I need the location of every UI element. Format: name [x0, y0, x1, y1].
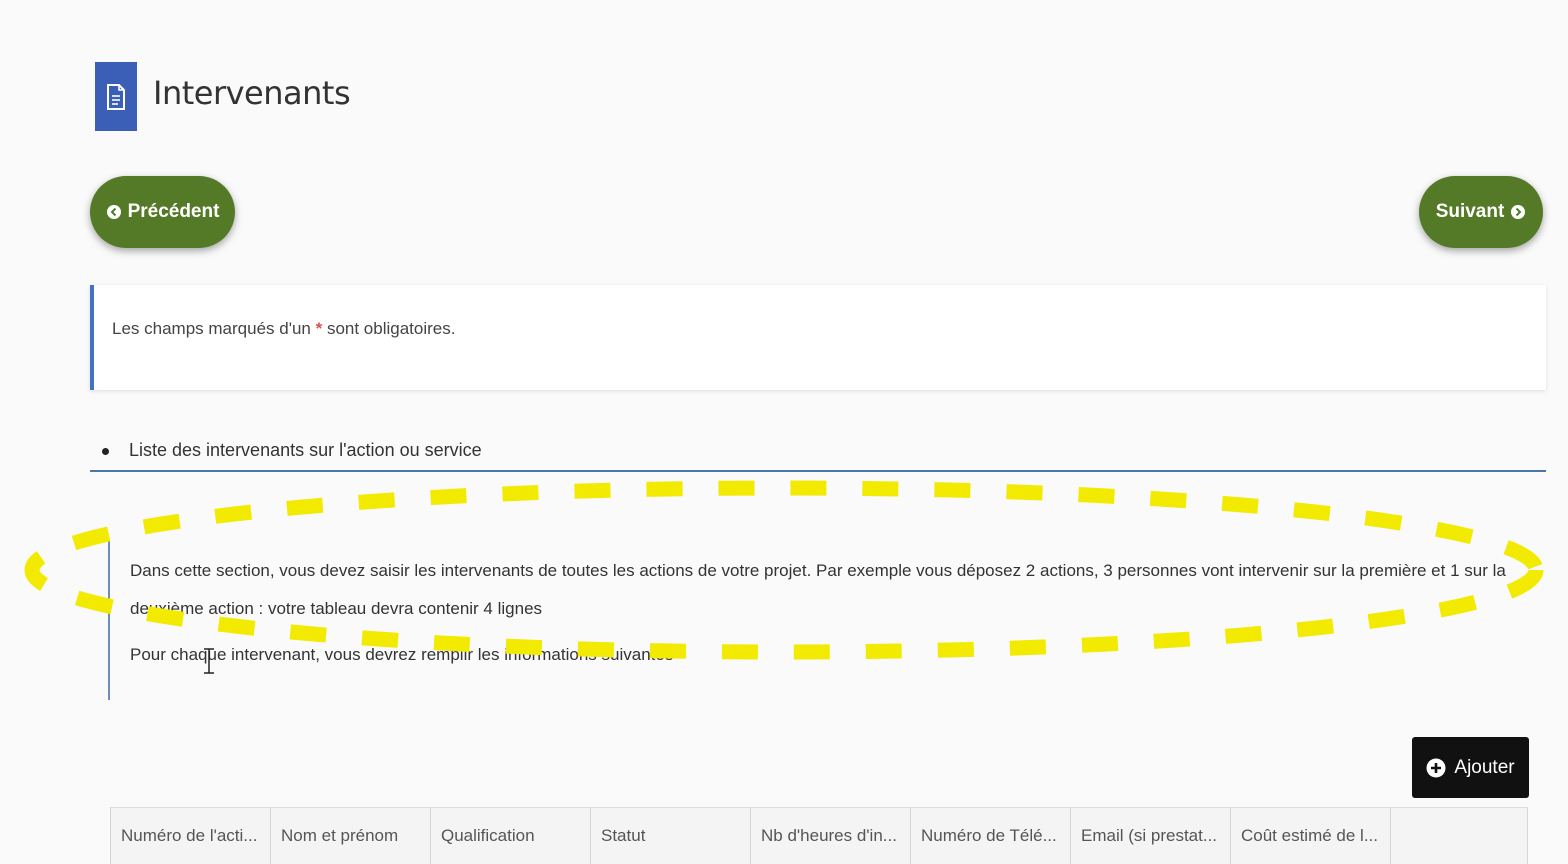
plus-circle-icon [1426, 758, 1446, 777]
required-star: * [315, 319, 323, 338]
highlight-ellipse [24, 480, 1544, 660]
previous-button-label: Précédent [127, 201, 220, 222]
column-header-status[interactable]: Statut [590, 808, 750, 864]
next-button[interactable]: Suivant [1419, 176, 1543, 248]
bullet-icon [102, 448, 109, 455]
next-button-label: Suivant [1435, 201, 1505, 222]
circle-arrow-left-icon [106, 205, 121, 219]
previous-button[interactable]: Précédent [90, 176, 235, 248]
circle-arrow-right-icon [1511, 205, 1526, 219]
description-paragraph: Dans cette section, vous devez saisir le… [130, 561, 1506, 618]
column-header-cost[interactable]: Coût estimé de l... [1230, 808, 1390, 864]
description-block: Dans cette section, vous devez saisir le… [108, 540, 1528, 700]
page-title: Intervenants [153, 74, 351, 112]
section-title: Liste des intervenants sur l'action ou s… [129, 440, 482, 460]
table-header: Numéro de l'acti... Nom et prénom Qualif… [110, 807, 1528, 864]
required-fields-notice: Les champs marqués d'un * sont obligatoi… [90, 285, 1546, 390]
column-header-email[interactable]: Email (si prestat... [1070, 808, 1230, 864]
page-icon [95, 62, 137, 131]
column-header-qualification[interactable]: Qualification [430, 808, 590, 864]
column-header-phone[interactable]: Numéro de Télé... [910, 808, 1070, 864]
add-button-label: Ajouter [1454, 756, 1515, 778]
column-header-action-number[interactable]: Numéro de l'acti... [110, 808, 270, 864]
section-header[interactable]: Liste des intervenants sur l'action ou s… [90, 436, 1546, 472]
column-header-hours[interactable]: Nb d'heures d'in... [750, 808, 910, 864]
notice-text: Les champs marqués d'un * sont obligatoi… [112, 319, 455, 339]
column-header-actions [1390, 808, 1528, 864]
mouse-cursor-icon [204, 648, 214, 674]
add-button[interactable]: Ajouter [1412, 737, 1529, 798]
column-header-name[interactable]: Nom et prénom [270, 808, 430, 864]
document-icon [107, 83, 125, 110]
notice-text-after: sont obligatoires. [326, 319, 456, 338]
notice-text-before: Les champs marqués d'un [112, 319, 311, 338]
